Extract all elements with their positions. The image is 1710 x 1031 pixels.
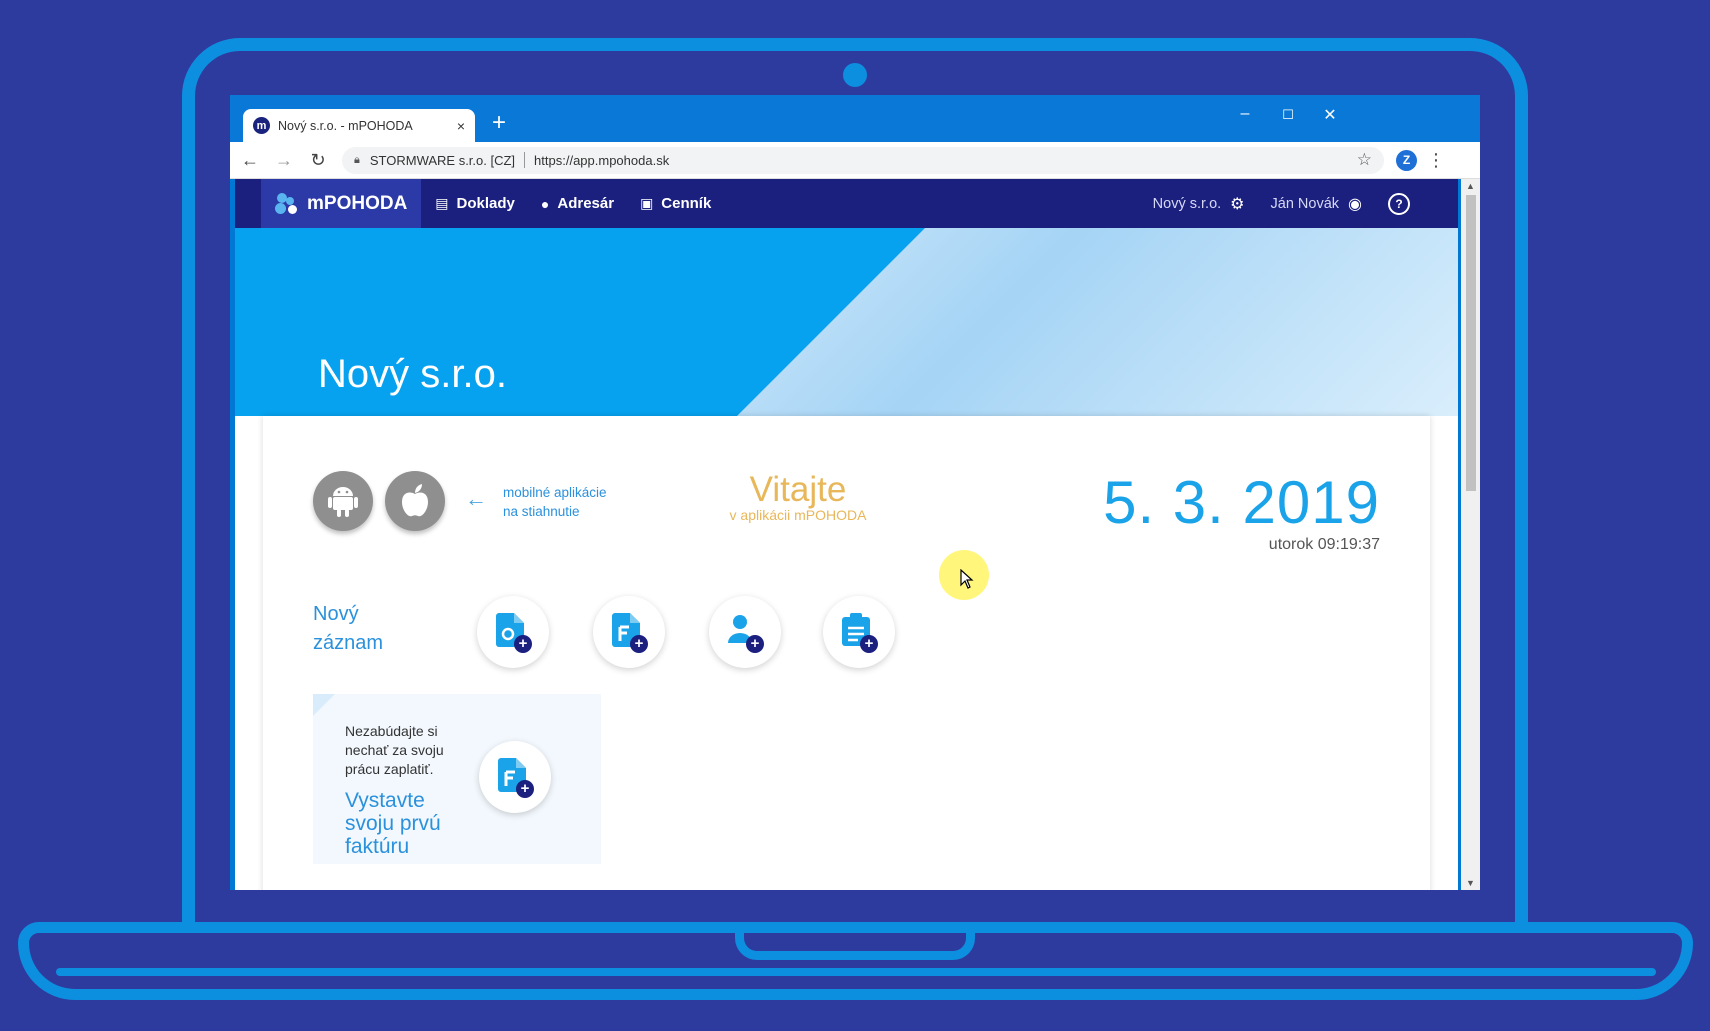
plus-icon: + — [860, 635, 878, 653]
forward-icon[interactable]: → — [270, 150, 298, 171]
apple-icon — [402, 484, 428, 517]
user-circle-icon: ◉ — [1348, 195, 1362, 213]
promo-text-line: nechať za svoju — [345, 742, 444, 758]
address-bar[interactable]: 🔒︎ STORMWARE s.r.o. [CZ] https://app.mpo… — [342, 146, 1384, 174]
nav-item-cennik[interactable]: ▣ Cenník — [640, 195, 711, 212]
extension-icon[interactable]: Z — [1396, 149, 1417, 171]
android-app-button[interactable] — [313, 471, 373, 531]
browser-menu-icon[interactable]: ⋮ — [1427, 150, 1445, 171]
bookmark-star-icon[interactable]: ☆ — [1357, 150, 1372, 170]
help-icon[interactable]: ? — [1388, 192, 1410, 215]
nav-label: Cenník — [661, 195, 712, 212]
promo-text-line: Nezabúdajte si — [345, 723, 438, 739]
close-window-icon[interactable]: ✕ — [1315, 105, 1345, 125]
ios-app-button[interactable] — [385, 471, 445, 531]
minimize-icon[interactable]: – — [1230, 105, 1260, 123]
new-order-button[interactable]: + — [477, 596, 549, 668]
new-record-line1: Nový — [313, 603, 359, 625]
company-name: Nový s.r.o. — [1152, 195, 1222, 212]
contact-person-icon: + — [728, 613, 764, 653]
app-navbar: mPOHODA ▤ Doklady ● Adresár ▣ Cenník Nov… — [235, 179, 1458, 228]
hero-banner: Nový s.r.o. — [235, 228, 1458, 416]
reload-icon[interactable]: ↻ — [304, 150, 332, 171]
scroll-up-icon[interactable]: ▲ — [1466, 181, 1475, 191]
promo-text-line: prácu zaplatiť. — [345, 761, 434, 777]
camera-icon — [843, 63, 867, 87]
plus-icon: + — [516, 780, 534, 798]
user-menu[interactable]: Ján Novák ◉ — [1271, 194, 1362, 214]
laptop-notch — [735, 922, 975, 960]
user-name: Ján Novák — [1270, 195, 1340, 212]
new-record-line2: záznam — [313, 632, 384, 654]
mobile-apps-line2: na stiahnutie — [503, 504, 580, 519]
promo-cta-line: faktúru — [345, 835, 410, 858]
back-icon[interactable]: ← — [236, 150, 264, 171]
company-menu[interactable]: Nový s.r.o. ⚙ — [1153, 194, 1245, 214]
welcome-title: Vitajte — [749, 470, 847, 509]
nav-label: Adresár — [557, 195, 615, 212]
mouse-pointer-icon — [960, 569, 974, 589]
new-contact-button[interactable]: + — [709, 596, 781, 668]
nav-label: Doklady — [456, 195, 515, 212]
order-document-icon: + — [496, 613, 532, 653]
plus-icon: + — [630, 635, 648, 653]
favicon-icon: m — [253, 117, 270, 134]
current-time: utorok 09:19:37 — [1268, 536, 1380, 553]
tab-strip: m Nový s.r.o. - mPOHODA × + – ☐ ✕ — [230, 95, 1480, 142]
mobile-apps-text[interactable]: mobilné aplikácie na stiahnutie — [503, 483, 607, 521]
hero-title: Nový s.r.o. — [318, 352, 507, 396]
current-date: 5. 3. 2019 — [1103, 469, 1380, 536]
dashboard-card: ← mobilné aplikácie na stiahnutie Vitajt… — [263, 416, 1430, 890]
brand-logo-link[interactable]: mPOHODA — [261, 179, 422, 228]
documents-icon: ▤ — [435, 195, 449, 211]
android-icon — [328, 487, 358, 517]
new-tab-button[interactable]: + — [492, 111, 506, 135]
brand-name: mPOHODA — [307, 192, 408, 214]
welcome-block: Vitajte v aplikácii mPOHODA — [718, 470, 878, 523]
navbar-right: Nový s.r.o. ⚙ Ján Novák ◉ ? — [1153, 192, 1458, 215]
invoice-document-icon: + — [612, 613, 648, 653]
first-invoice-promo: Nezabúdajte si nechať za svoju prácu zap… — [313, 694, 601, 864]
lock-icon: 🔒︎ — [354, 153, 360, 166]
new-invoice-button[interactable]: + — [593, 596, 665, 668]
invoice-document-icon: + — [498, 758, 534, 798]
tab-close-icon[interactable]: × — [457, 118, 465, 134]
plus-icon: + — [746, 635, 764, 653]
nav-item-adresar[interactable]: ● Adresár — [541, 195, 614, 212]
new-pricelist-item-button[interactable]: + — [823, 596, 895, 668]
clipboard-icon: ▣ — [640, 195, 654, 211]
omnibox-separator — [524, 152, 526, 168]
promo-cta-line: Vystavte — [345, 789, 425, 812]
mobile-apps-line1: mobilné aplikácie — [503, 485, 607, 500]
promo-new-invoice-button[interactable]: + — [479, 741, 551, 813]
maximize-icon[interactable]: ☐ — [1273, 107, 1303, 123]
page-scrollbar[interactable]: ▲ ▼ — [1461, 179, 1480, 890]
site-identity: STORMWARE s.r.o. [CZ] — [369, 152, 516, 168]
url-text: https://app.mpohoda.sk — [534, 152, 670, 168]
laptop-base-line — [56, 968, 1656, 976]
promo-text: Nezabúdajte si nechať za svoju prácu zap… — [345, 722, 444, 779]
browser-toolbar: ← → ↻ 🔒︎ STORMWARE s.r.o. [CZ] https://a… — [230, 142, 1480, 179]
scroll-thumb[interactable] — [1466, 195, 1476, 491]
browser-tab[interactable]: m Nový s.r.o. - mPOHODA × — [243, 109, 475, 142]
new-record-heading: Nový záznam — [313, 600, 383, 658]
pricelist-clipboard-icon: + — [842, 613, 878, 653]
app-viewport: mPOHODA ▤ Doklady ● Adresár ▣ Cenník Nov… — [235, 179, 1458, 890]
promo-corner — [313, 694, 335, 716]
scroll-down-icon[interactable]: ▼ — [1466, 878, 1475, 888]
tab-title: Nový s.r.o. - mPOHODA — [278, 118, 413, 133]
mpohoda-logo-icon — [275, 192, 299, 215]
create-first-invoice-link[interactable]: Vystavte svoju prvú faktúru — [345, 789, 441, 858]
browser-window: m Nový s.r.o. - mPOHODA × + – ☐ ✕ ← → ↻ … — [230, 95, 1480, 890]
gear-icon: ⚙ — [1230, 195, 1245, 213]
arrow-left-icon: ← — [465, 486, 487, 511]
welcome-subtitle: v aplikácii mPOHODA — [729, 507, 867, 523]
person-icon: ● — [540, 195, 550, 212]
nav-item-doklady[interactable]: ▤ Doklady — [435, 195, 515, 212]
plus-icon: + — [514, 635, 532, 653]
promo-cta-line: svoju prvú — [345, 812, 441, 835]
